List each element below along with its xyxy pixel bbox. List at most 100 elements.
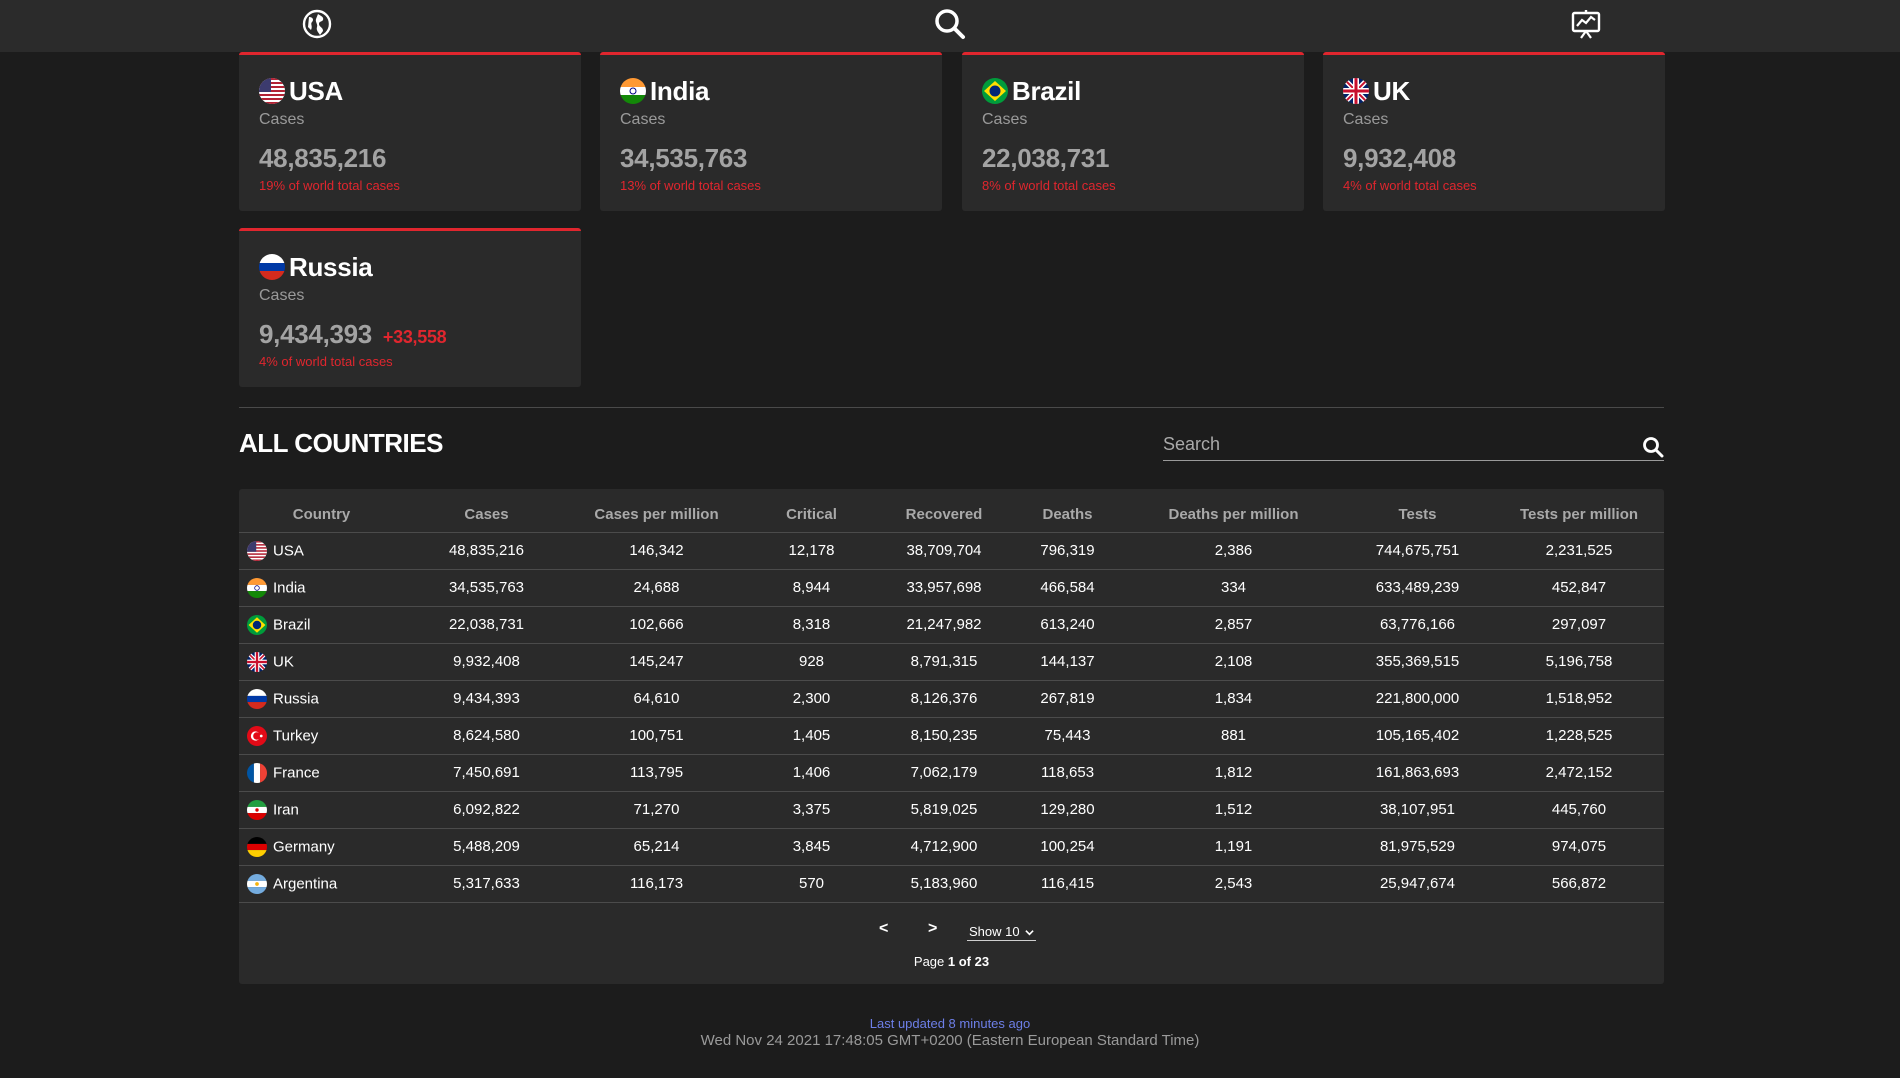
card-country-name: USA [289,75,343,106]
cell-deaths: 796,319 [1009,532,1126,570]
country-name: Germany [273,838,335,855]
germany-flag-icon [247,836,267,857]
table-row[interactable]: UK 9,932,408 145,247 928 8,791,315 144,137 2,1… [239,643,1664,681]
page-size-value: Show 10 [969,924,1020,939]
column-header-deaths-per-million[interactable]: Deaths per million [1126,489,1341,533]
turkey-flag-icon [247,725,267,746]
cell-cases: 9,932,408 [404,643,569,681]
country-name: USA [273,542,304,559]
cell-deaths: 118,653 [1009,754,1126,792]
country-name: UK [273,653,294,670]
column-header-tests[interactable]: Tests [1341,489,1494,533]
table-row[interactable]: Germany 5,488,209 65,214 3,845 4,712,900 100,… [239,828,1664,866]
section-divider [239,407,1664,408]
cell-recovered: 38,709,704 [879,532,1009,570]
next-page-button[interactable]: > [928,920,937,938]
card-world-percentage: 8% of world total cases [982,178,1116,193]
search-icon[interactable] [933,7,967,41]
cell-country: Russia [239,680,404,718]
cell-tests-per-million: 5,196,758 [1494,643,1664,681]
page-size-select[interactable]: Show 10 [967,924,1037,941]
table-row[interactable]: France 7,450,691 113,795 1,406 7,062,179 118,… [239,754,1664,792]
card-cases-label: Cases [620,111,666,128]
cell-cases: 7,450,691 [404,754,569,792]
cell-cases-per-million: 100,751 [569,717,744,755]
india-flag-icon [620,78,646,104]
column-header-critical[interactable]: Critical [744,489,879,533]
card-cases-number: 9,434,393 [259,319,372,349]
country-search-box [1163,430,1664,461]
page-current: 1 of 23 [947,954,990,969]
country-card-russia[interactable]: Russia Cases 9,434,393 +33,558 4% of wor… [239,228,581,387]
table-row[interactable]: Russia 9,434,393 64,610 2,300 8,126,376 267,8… [239,680,1664,718]
brazil-flag-icon [982,78,1008,104]
cell-tests: 38,107,951 [1341,791,1494,829]
presentation-chart-icon[interactable] [1569,7,1603,41]
cell-critical: 928 [744,643,879,681]
card-cases-value: 48,835,216 [259,143,561,174]
cell-critical: 1,406 [744,754,879,792]
card-cases-label: Cases [259,287,305,304]
cell-critical: 8,318 [744,606,879,644]
column-header-deaths[interactable]: Deaths [1009,489,1126,533]
country-card-brazil[interactable]: Brazil Cases 22,038,731 8% of world tota… [962,52,1304,211]
card-world-percentage: 4% of world total cases [259,354,393,369]
cell-cases-per-million: 145,247 [569,643,744,681]
cell-tests: 161,863,693 [1341,754,1494,792]
country-name: India [273,579,306,596]
search-input[interactable] [1163,430,1613,458]
country-card-uk[interactable]: UK Cases 9,932,408 4% of world total cas… [1323,52,1665,211]
search-icon[interactable] [1642,436,1664,458]
country-card-india[interactable]: India Cases 34,535,763 13% of world tota… [600,52,942,211]
cell-critical: 3,845 [744,828,879,866]
cell-deaths-per-million: 1,812 [1126,754,1341,792]
card-country-name: UK [1373,75,1410,106]
cell-recovered: 21,247,982 [879,606,1009,644]
column-header-tests-per-million[interactable]: Tests per million [1494,489,1664,533]
globe-icon[interactable] [300,7,334,41]
card-cases-value: 9,434,393 +33,558 [259,319,561,350]
column-header-cases-per-million[interactable]: Cases per million [569,489,744,533]
table-row[interactable]: Iran 6,092,822 71,270 3,375 5,819,025 129,280… [239,791,1664,829]
table-row[interactable]: USA 48,835,216 146,342 12,178 38,709,704 796,… [239,532,1664,570]
cell-deaths: 267,819 [1009,680,1126,718]
cell-cases: 34,535,763 [404,569,569,607]
cell-cases-per-million: 102,666 [569,606,744,644]
country-name: Turkey [273,727,319,744]
cell-recovered: 33,957,698 [879,569,1009,607]
column-header-cases[interactable]: Cases [404,489,569,533]
card-world-percentage: 4% of world total cases [1343,178,1477,193]
update-timestamp: Wed Nov 24 2021 17:48:05 GMT+0200 (Easte… [700,1032,1200,1049]
column-header-recovered[interactable]: Recovered [879,489,1009,533]
cell-deaths-per-million: 2,108 [1126,643,1341,681]
table-row[interactable]: Brazil 22,038,731 102,666 8,318 21,247,982 61… [239,606,1664,644]
country-card-usa[interactable]: USA Cases 48,835,216 19% of world total … [239,52,581,211]
cell-cases-per-million: 113,795 [569,754,744,792]
table-row[interactable]: India 34,535,763 24,688 8,944 33,957,698 466,… [239,569,1664,607]
cell-recovered: 8,150,235 [879,717,1009,755]
iran-flag-icon [247,799,267,820]
card-country-name: Brazil [1012,75,1082,106]
cell-cases: 6,092,822 [404,791,569,829]
previous-page-button[interactable]: < [879,920,888,938]
cell-deaths: 116,415 [1009,865,1126,903]
country-name: Argentina [273,875,338,892]
cell-cases: 8,624,580 [404,717,569,755]
table-header-row: Country Cases Cases per million Critical… [239,489,1664,533]
table-row[interactable]: Argentina 5,317,633 116,173 570 5,183,960 116… [239,865,1664,903]
cell-tests: 25,947,674 [1341,865,1494,903]
cell-tests-per-million: 445,760 [1494,791,1664,829]
cell-cases-per-million: 71,270 [569,791,744,829]
cell-country: Turkey [239,717,404,755]
cell-tests: 81,975,529 [1341,828,1494,866]
column-header-country[interactable]: Country [239,489,404,533]
cell-deaths: 75,443 [1009,717,1126,755]
table-row[interactable]: Turkey 8,624,580 100,751 1,405 8,150,235 75,4… [239,717,1664,755]
cell-deaths-per-million: 1,512 [1126,791,1341,829]
cell-cases: 9,434,393 [404,680,569,718]
card-world-percentage: 13% of world total cases [620,178,761,193]
card-cases-value: 34,535,763 [620,143,922,174]
cell-tests-per-million: 452,847 [1494,569,1664,607]
card-cases-value: 22,038,731 [982,143,1284,174]
country-name: Russia [273,690,319,707]
